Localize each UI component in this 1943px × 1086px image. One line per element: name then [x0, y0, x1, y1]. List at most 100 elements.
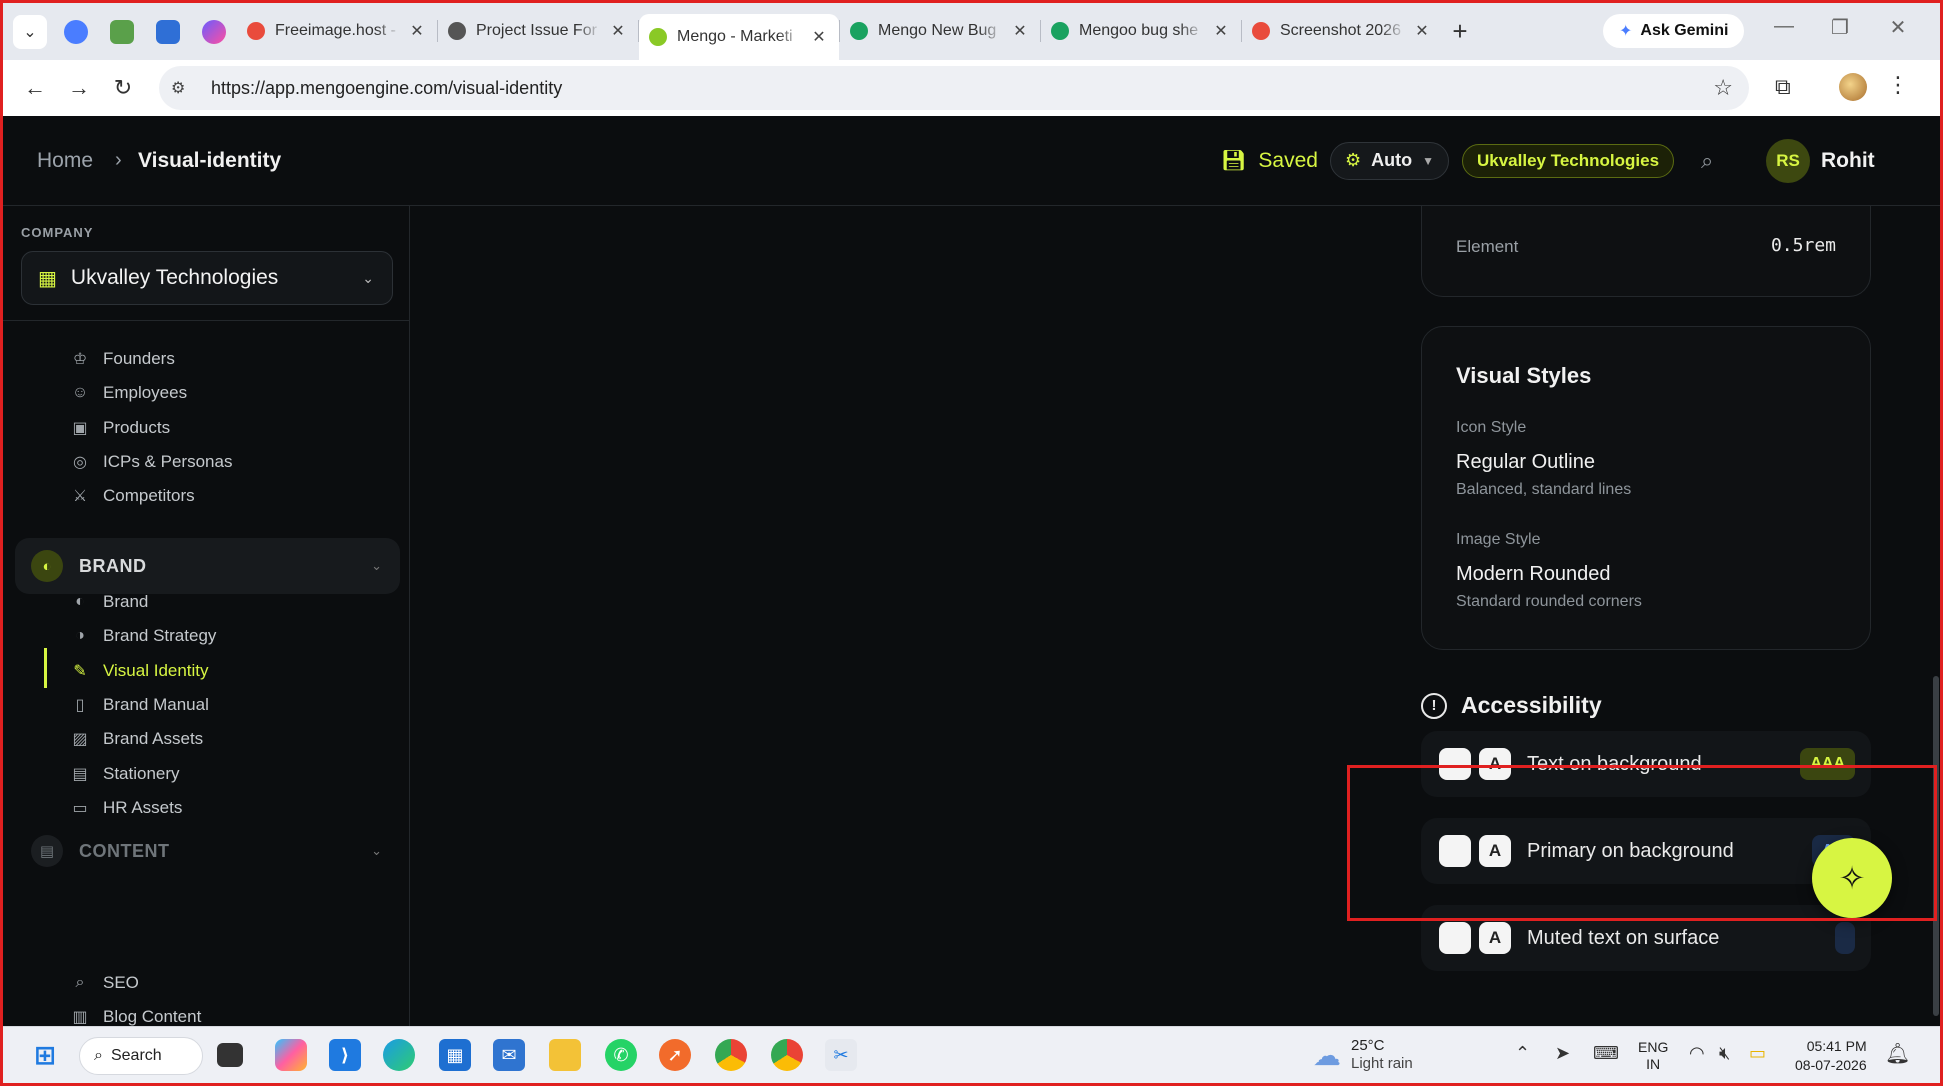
sidebar-item-label: Visual Identity: [103, 660, 209, 680]
outlook-icon[interactable]: ✉: [493, 1039, 525, 1071]
search-icon[interactable]: ⌕: [1701, 148, 1713, 174]
close-window-icon[interactable]: ✕: [1883, 15, 1913, 40]
sidebar-item-brand-strategy[interactable]: ◑ Brand Strategy: [69, 619, 216, 653]
tab-close-icon[interactable]: ✕: [1010, 21, 1030, 41]
pinned-tab-3[interactable]: [145, 12, 191, 52]
new-tab-button[interactable]: +: [1442, 16, 1478, 47]
sidebar-item-label: Products: [103, 417, 171, 437]
forward-icon[interactable]: →: [57, 75, 101, 101]
clock[interactable]: 05:41 PM 08-07-2026: [1795, 1037, 1867, 1075]
chrome-icon[interactable]: [771, 1039, 803, 1071]
sidebar-item-founders[interactable]: ♔ Founders: [69, 342, 175, 376]
tab-close-icon[interactable]: ✕: [407, 21, 427, 41]
sidebar-group-content[interactable]: ▤ CONTENT ⌄: [15, 823, 400, 879]
box-icon: ▣: [72, 419, 88, 437]
browser-tab[interactable]: Mengo New Bug ✕: [840, 11, 1040, 51]
reload-icon[interactable]: ↻: [101, 75, 145, 101]
taskbar-search-label: Search: [110, 1047, 162, 1064]
browser-tab[interactable]: Project Issue For ✕: [438, 11, 638, 51]
alert-circle-icon: !: [1421, 692, 1447, 719]
site-info-icon[interactable]: ⚙: [171, 78, 199, 98]
language-indicator[interactable]: ENG IN: [1638, 1039, 1668, 1073]
tab-close-icon[interactable]: ✕: [608, 21, 628, 41]
compass-icon: ◑: [75, 627, 85, 645]
browser-address-bar: ← → ↻ ⚙ https://app.mengoengine.com/visu…: [3, 60, 1940, 116]
file-explorer-icon[interactable]: [549, 1039, 581, 1071]
whatsapp-icon[interactable]: ✆: [605, 1039, 637, 1071]
copilot-icon[interactable]: [275, 1039, 307, 1071]
sidebar-item-hr-assets[interactable]: ▭ HR Assets: [69, 791, 182, 825]
browser-tab[interactable]: Screenshot 2026 ✕: [1242, 11, 1442, 51]
sidebar-item-stationery[interactable]: ▤ Stationery: [69, 757, 180, 791]
bookmark-star-icon[interactable]: ☆: [1713, 75, 1733, 101]
color-swatch: [1439, 835, 1471, 867]
region-code: IN: [1646, 1056, 1661, 1072]
url-field[interactable]: ⚙ https://app.mengoengine.com/visual-ide…: [159, 66, 1749, 110]
tab-close-icon[interactable]: ✕: [809, 27, 829, 47]
screenshot-root: ⌄ Freeimage.host - ✕ Project Issue For ✕ Men…: [0, 0, 1943, 1086]
tab-search-chevron-icon[interactable]: ⌄: [13, 14, 47, 49]
back-icon[interactable]: ←: [13, 75, 57, 101]
extensions-icon[interactable]: ⧉: [1775, 74, 1791, 100]
edge-icon[interactable]: [383, 1039, 415, 1071]
sidebar-item-products[interactable]: ▣ Products: [69, 411, 170, 445]
sidebar-item-brand[interactable]: ◐ Brand: [69, 585, 148, 619]
store-icon[interactable]: ▦: [439, 1039, 471, 1071]
tab-title: Project Issue For: [476, 22, 597, 39]
color-swatch: [1439, 922, 1471, 954]
ai-assistant-sparkle-button[interactable]: ✧: [1812, 838, 1892, 918]
breadcrumb-home[interactable]: Home: [37, 149, 93, 173]
sidebar-item-icps-personas[interactable]: ◎ ICPs & Personas: [69, 445, 232, 479]
wifi-icon[interactable]: ◠: [1689, 1043, 1705, 1064]
user-name[interactable]: Rohit: [1821, 149, 1875, 173]
ask-gemini-button[interactable]: ✦ Ask Gemini: [1603, 14, 1745, 48]
contrast-pair-label: Text on background: [1527, 752, 1702, 775]
snipping-tool-icon[interactable]: ✂: [825, 1039, 857, 1071]
notification-bell-icon[interactable]: 🔔︎: [1885, 1041, 1910, 1066]
auto-mode-dropdown[interactable]: ⚙ Auto ▼: [1330, 141, 1450, 180]
pinned-tab-2[interactable]: [99, 12, 145, 52]
company-pill[interactable]: Ukvalley Technologies: [1462, 143, 1675, 178]
task-view-icon[interactable]: [217, 1043, 243, 1067]
sidebar-item-blog-content[interactable]: ▥ Blog Content: [69, 1000, 201, 1026]
weather-widget[interactable]: ☁ 25°C Light rain: [1313, 1037, 1413, 1073]
restore-icon[interactable]: ❐: [1825, 15, 1855, 40]
battery-icon[interactable]: ▭: [1749, 1043, 1766, 1064]
app-window: Home › Visual-identity 💾︎ Saved ⚙ Auto ▼ Uk…: [3, 116, 1940, 1026]
sidebar-item-brand-manual[interactable]: ▯ Brand Manual: [69, 688, 209, 722]
tab-close-icon[interactable]: ✕: [1412, 21, 1432, 41]
tray-chevron-up-icon[interactable]: ⌃: [1515, 1043, 1530, 1064]
keyboard-icon[interactable]: ⌨: [1593, 1043, 1619, 1064]
minimize-icon[interactable]: —: [1769, 15, 1799, 38]
profile-avatar[interactable]: [1839, 73, 1867, 101]
company-selector[interactable]: ▦ Ukvalley Technologies ⌄: [21, 251, 393, 305]
browser-tab[interactable]: Mengo - Marketi ✕: [639, 14, 839, 60]
taskbar-search[interactable]: ⌕ Search: [79, 1037, 203, 1075]
tab-close-icon[interactable]: ✕: [1211, 21, 1231, 41]
send-icon[interactable]: ➤: [1555, 1043, 1570, 1064]
pinned-tab-4[interactable]: [191, 12, 237, 52]
chrome-profile-icon[interactable]: [715, 1039, 747, 1071]
sidebar-item-label: ICPs & Personas: [103, 451, 233, 471]
sidebar-item-label: Stationery: [103, 763, 180, 783]
user-avatar[interactable]: RS: [1766, 138, 1810, 183]
vscode-icon[interactable]: ⟩: [329, 1039, 361, 1071]
volume-muted-icon[interactable]: 🔇︎: [1719, 1043, 1730, 1064]
postman-icon[interactable]: ➚: [659, 1039, 691, 1071]
sidebar-item-seo[interactable]: ⌕ SEO: [69, 966, 139, 1000]
pinned-app-icon: [110, 19, 134, 44]
browser-menu-icon[interactable]: ⋮: [1887, 72, 1909, 98]
sidebar-item-brand-assets[interactable]: ▨ Brand Assets: [69, 722, 203, 756]
scrollbar[interactable]: [1932, 206, 1940, 1026]
pinned-app-icon: [64, 19, 88, 44]
auto-label: Auto: [1371, 150, 1413, 170]
scrollbar-thumb[interactable]: [1933, 676, 1939, 1016]
pinned-tab-1[interactable]: [53, 12, 99, 52]
browser-tab[interactable]: Mengoo bug she ✕: [1041, 11, 1241, 51]
palette-icon: ◐: [75, 593, 85, 610]
windows-start-icon[interactable]: ⊞: [29, 1039, 61, 1071]
sidebar-item-visual-identity[interactable]: ✎ Visual Identity: [69, 654, 209, 688]
browser-tab[interactable]: Freeimage.host - ✕: [237, 11, 437, 51]
sidebar-item-competitors[interactable]: ⚔ Competitors: [69, 479, 195, 513]
sidebar-item-employees[interactable]: ☺ Employees: [69, 376, 187, 410]
